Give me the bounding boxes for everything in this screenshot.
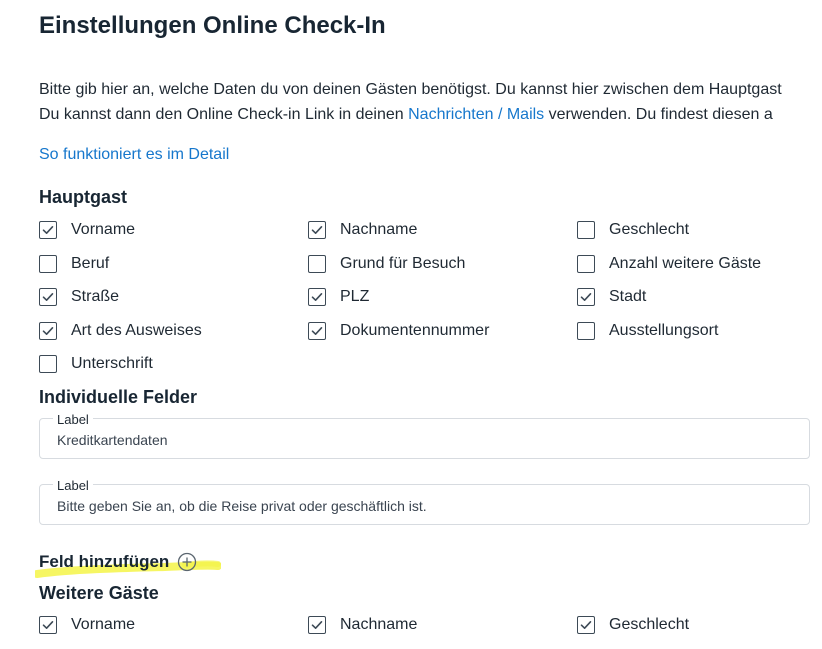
main-guest-checkbox-item[interactable]: Ausstellungsort (577, 319, 718, 343)
checkbox-unchecked[interactable] (577, 254, 595, 273)
intro-line-2: Du kannst dann den Online Check-in Link … (39, 102, 822, 127)
intro-line-2-end: verwenden. Du findest diesen a (544, 106, 773, 123)
main-guest-checkbox-grid: Vorname Nachname Geschlecht Beruf Grund für … (39, 218, 822, 386)
checkmark-icon (42, 326, 54, 335)
main-guest-checkbox-label: Stadt (609, 288, 647, 305)
custom-field-1-label: Label (53, 413, 93, 427)
main-guest-checkbox-label: Vorname (71, 221, 136, 238)
checkmark-icon (42, 293, 54, 301)
checkbox-unchecked[interactable] (39, 254, 57, 273)
checkmark-icon (311, 293, 323, 301)
page-title: Einstellungen Online Check-In (39, 12, 386, 39)
checkbox-unchecked[interactable] (308, 254, 326, 273)
main-guest-checkbox-label: Nachname (340, 221, 418, 238)
other-guest-checkbox-label: Geschlecht (609, 616, 690, 633)
other-guest-checkbox-item[interactable]: Geschlecht (577, 613, 689, 637)
messages-mails-link[interactable]: Nachrichten / Mails (408, 106, 544, 123)
add-field-button[interactable]: Feld hinzufügen (39, 552, 197, 572)
main-guest-checkbox-label: Ausstellungsort (609, 321, 719, 339)
custom-field-2-label: Label (53, 479, 93, 493)
main-guest-checkbox-label: PLZ (340, 288, 370, 305)
main-guest-checkbox-item[interactable]: Grund für Besuch (308, 252, 465, 276)
main-guest-checkbox-item[interactable]: Dokumentennummer (308, 319, 489, 343)
checkbox-checked[interactable] (39, 221, 57, 239)
other-guests-title: Weitere Gäste (39, 583, 159, 603)
checkbox-unchecked[interactable] (39, 355, 57, 373)
add-field-label: Feld hinzufügen (39, 552, 170, 571)
other-guest-checkbox-item[interactable]: Vorname (39, 613, 135, 637)
main-guest-checkbox-label: Grund für Besuch (340, 254, 466, 272)
main-guest-checkbox-item[interactable]: Geschlecht (577, 218, 689, 242)
how-it-works-link[interactable]: So funktioniert es im Detail (39, 146, 229, 164)
checkbox-checked[interactable] (39, 616, 57, 634)
checkmark-icon (42, 621, 54, 629)
checkbox-checked[interactable] (39, 288, 57, 306)
custom-fields-title: Individuelle Felder (39, 387, 198, 407)
main-guest-checkbox-item[interactable]: Art des Ausweises (39, 319, 202, 343)
other-guest-checkbox-label: Nachname (340, 616, 418, 633)
other-guest-checkbox-item[interactable]: Nachname (308, 613, 417, 637)
checkmark-icon (42, 226, 54, 234)
main-guest-checkbox-item[interactable]: Nachname (308, 218, 417, 242)
main-guest-row: Art des Ausweises Dokumentennummer Ausstel… (39, 319, 822, 353)
checkmark-icon (311, 621, 323, 629)
main-guest-checkbox-item[interactable]: Beruf (39, 252, 109, 276)
checkmark-icon (311, 326, 323, 335)
custom-field-1[interactable]: Label Kreditkartendaten (39, 413, 810, 459)
main-guest-checkbox-item[interactable]: Anzahl weitere Gäste (577, 252, 761, 276)
checkbox-checked[interactable] (308, 321, 326, 340)
checkbox-checked[interactable] (308, 616, 326, 634)
main-guest-checkbox-item[interactable]: PLZ (308, 285, 369, 309)
main-guest-checkbox-item[interactable]: Unterschrift (39, 352, 153, 376)
main-guest-row: Beruf Grund für Besuch Anzahl weitere Gäst… (39, 252, 822, 286)
main-guest-checkbox-label: Dokumentennummer (340, 321, 490, 339)
custom-field-2[interactable]: Label Bitte geben Sie an, ob die Reise p… (39, 479, 810, 525)
checkbox-checked[interactable] (308, 288, 326, 306)
plus-circle-icon[interactable] (177, 552, 197, 572)
custom-field-2-value[interactable]: Bitte geben Sie an, ob die Reise privat … (57, 498, 427, 514)
main-guest-checkbox-item[interactable]: Vorname (39, 218, 135, 242)
main-guest-row: Unterschrift (39, 352, 822, 386)
intro-line-2-start: Du kannst dann den Online Check-in Link … (39, 106, 409, 123)
main-guest-title: Hauptgast (39, 187, 128, 207)
main-guest-checkbox-label: Beruf (71, 254, 110, 272)
checkbox-unchecked[interactable] (577, 221, 595, 239)
checkbox-checked[interactable] (577, 288, 595, 306)
other-guest-checkbox-label: Vorname (71, 616, 136, 633)
checkbox-checked[interactable] (577, 616, 595, 634)
main-guest-checkbox-label: Art des Ausweises (71, 321, 202, 339)
custom-field-1-value[interactable]: Kreditkartendaten (57, 432, 168, 448)
checkbox-checked[interactable] (39, 321, 57, 340)
main-guest-row: Straße PLZ Stadt (39, 285, 822, 319)
main-guest-checkbox-item[interactable]: Stadt (577, 285, 646, 309)
other-guests-checkbox-grid: Vorname Nachname Geschlecht (39, 613, 822, 647)
checkmark-icon (311, 226, 323, 234)
intro-text: Bitte gib hier an, welche Daten du von d… (39, 77, 822, 127)
checkbox-unchecked[interactable] (577, 321, 595, 340)
checkmark-icon (580, 293, 592, 301)
main-guest-checkbox-label: Straße (71, 288, 120, 305)
main-guest-checkbox-label: Unterschrift (71, 355, 153, 372)
main-guest-row: Vorname Nachname Geschlecht (39, 218, 822, 252)
main-guest-checkbox-item[interactable]: Straße (39, 285, 119, 309)
other-guest-row: Vorname Nachname Geschlecht (39, 613, 822, 647)
checkbox-checked[interactable] (308, 221, 326, 239)
main-guest-checkbox-label: Anzahl weitere Gäste (609, 254, 762, 272)
main-guest-checkbox-label: Geschlecht (609, 221, 690, 238)
intro-line-1: Bitte gib hier an, welche Daten du von d… (39, 81, 782, 98)
checkmark-icon (580, 621, 592, 629)
